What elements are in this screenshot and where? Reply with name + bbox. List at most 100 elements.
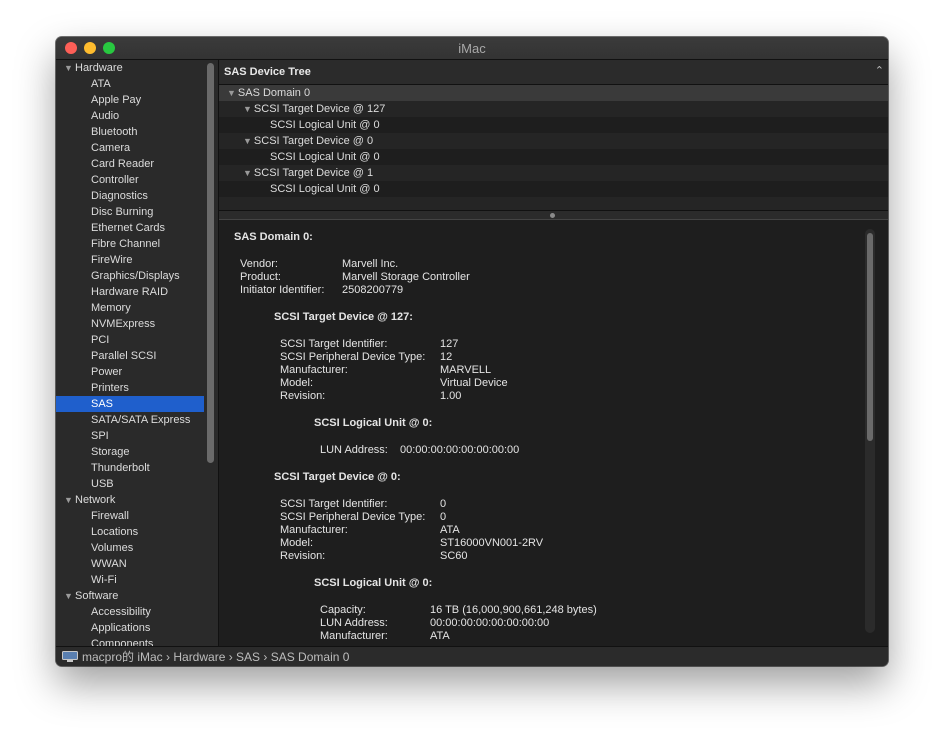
detail-field-value: Marvell Inc. xyxy=(342,258,399,270)
tree-row-label: SAS Domain 0 xyxy=(237,87,311,99)
tree-row-label: SCSI Target Device @ 127 xyxy=(253,103,386,115)
sidebar-item-label: Fibre Channel xyxy=(91,238,161,250)
sidebar-item[interactable]: Fibre Channel xyxy=(56,236,204,252)
detail-field-label: Manufacturer: xyxy=(320,630,388,642)
tree-row[interactable]: ▼ SAS Domain 0 xyxy=(219,85,888,101)
sidebar-item[interactable]: Parallel SCSI xyxy=(56,348,204,364)
computer-icon xyxy=(62,651,78,662)
sidebar-item[interactable]: Volumes xyxy=(56,540,204,556)
disclosure-triangle-icon[interactable]: ▼ xyxy=(243,168,252,178)
sidebar-item[interactable]: Memory xyxy=(56,300,204,316)
detail-field-value: ATA xyxy=(430,630,450,642)
disclosure-triangle-icon[interactable]: ▼ xyxy=(227,88,236,98)
sidebar-item[interactable]: SAS xyxy=(56,396,204,412)
disclosure-triangle-icon[interactable]: ▼ xyxy=(243,136,252,146)
detail-field-label: Initiator Identifier: xyxy=(240,284,325,296)
sidebar-item-label: SPI xyxy=(91,430,109,442)
splitter-handle-icon[interactable] xyxy=(550,213,555,218)
sidebar-item[interactable]: SATA/SATA Express xyxy=(56,412,204,428)
sidebar-item[interactable]: NVMExpress xyxy=(56,316,204,332)
detail-field-label: LUN Address: xyxy=(320,617,388,629)
sidebar-item[interactable]: Locations xyxy=(56,524,204,540)
detail-field-label: Manufacturer: xyxy=(280,364,348,376)
sidebar-item-label: Thunderbolt xyxy=(91,462,150,474)
sidebar-item[interactable]: Camera xyxy=(56,140,204,156)
sidebar-item[interactable]: Diagnostics xyxy=(56,188,204,204)
sidebar-item-label: Ethernet Cards xyxy=(91,222,165,234)
sidebar-item-label: Parallel SCSI xyxy=(91,350,157,362)
sidebar-item-label: Network xyxy=(75,494,116,506)
sidebar-scrollbar-thumb[interactable] xyxy=(207,63,214,463)
device-tree-header[interactable]: SAS Device Tree ⌃ xyxy=(219,60,888,85)
detail-field-value: 00:00:00:00:00:00:00:00 xyxy=(430,617,550,629)
tree-row[interactable]: SCSI Logical Unit @ 0 xyxy=(219,149,888,165)
detail-field-value: MARVELL xyxy=(440,364,492,376)
sidebar-item[interactable]: Controller xyxy=(56,172,204,188)
detail-field-value: 127 xyxy=(440,338,459,350)
detail-field-label: Manufacturer: xyxy=(280,524,348,536)
sidebar-item[interactable]: WWAN xyxy=(56,556,204,572)
sidebar-item[interactable]: ATA xyxy=(56,76,204,92)
sidebar-item-label: SAS xyxy=(91,398,114,410)
tree-row-label: SCSI Target Device @ 1 xyxy=(253,167,374,179)
disclosure-triangle-icon[interactable]: ▼ xyxy=(64,492,73,508)
disclosure-triangle-icon[interactable]: ▼ xyxy=(64,60,73,76)
sidebar-item[interactable]: Components xyxy=(56,636,204,646)
tree-row[interactable]: SCSI Logical Unit @ 0 xyxy=(219,181,888,197)
sidebar-item-label: Hardware RAID xyxy=(91,286,169,298)
tree-row-label: SCSI Target Device @ 0 xyxy=(253,135,374,147)
detail-field-label: SCSI Peripheral Device Type: xyxy=(280,511,426,523)
sidebar-item[interactable]: FireWire xyxy=(56,252,204,268)
path-bar: macpro的 iMac › Hardware › SAS › SAS Doma… xyxy=(56,646,888,666)
sidebar-item[interactable]: SPI xyxy=(56,428,204,444)
sidebar-group[interactable]: ▼ Software xyxy=(56,588,204,604)
disclosure-triangle-icon[interactable]: ▼ xyxy=(243,104,252,114)
detail-field-value: ST16000VN001-2RV xyxy=(440,537,544,549)
detail-field-value: 0 xyxy=(440,498,447,510)
sidebar-item-label: Applications xyxy=(91,622,151,634)
sidebar-item-label: Wi-Fi xyxy=(91,574,117,586)
sidebar-item-label: Camera xyxy=(91,142,131,154)
sidebar-item[interactable]: Firewall xyxy=(56,508,204,524)
sidebar-item[interactable]: Storage xyxy=(56,444,204,460)
sidebar-item-label: Memory xyxy=(91,302,131,314)
sidebar-item-label: Printers xyxy=(91,382,129,394)
sidebar-item[interactable]: PCI xyxy=(56,332,204,348)
sidebar-item[interactable]: Power xyxy=(56,364,204,380)
sidebar-item[interactable]: Accessibility xyxy=(56,604,204,620)
sidebar-item[interactable]: Card Reader xyxy=(56,156,204,172)
sidebar-item[interactable]: Wi-Fi xyxy=(56,572,204,588)
sidebar-item[interactable]: Disc Burning xyxy=(56,204,204,220)
tree-row[interactable]: ▼ SCSI Target Device @ 127 xyxy=(219,101,888,117)
detail-field-label: LUN Address: xyxy=(320,444,388,456)
sidebar-item[interactable]: Audio xyxy=(56,108,204,124)
sidebar-group[interactable]: ▼ Hardware xyxy=(56,60,204,76)
tree-row[interactable]: SCSI Logical Unit @ 0 xyxy=(219,117,888,133)
path-text[interactable]: macpro的 iMac › Hardware › SAS › SAS Doma… xyxy=(82,647,349,666)
sidebar-item[interactable]: Graphics/Displays xyxy=(56,268,204,284)
detail-field-value: 2508200779 xyxy=(342,284,404,296)
sidebar-item[interactable]: USB xyxy=(56,476,204,492)
detail-field-value: Virtual Device xyxy=(440,377,508,389)
sidebar-item-label: Accessibility xyxy=(91,606,151,618)
sidebar-item[interactable]: Hardware RAID xyxy=(56,284,204,300)
detail-field-label: SCSI Target Identifier: xyxy=(280,338,388,350)
detail-field-label: SCSI Peripheral Device Type: xyxy=(280,351,426,363)
chevron-up-icon[interactable]: ⌃ xyxy=(875,64,884,77)
sidebar-item[interactable]: Apple Pay xyxy=(56,92,204,108)
sidebar-item[interactable]: Ethernet Cards xyxy=(56,220,204,236)
sidebar-item-label: Power xyxy=(91,366,123,378)
sidebar-item[interactable]: Bluetooth xyxy=(56,124,204,140)
detail-scrollbar-thumb[interactable] xyxy=(867,233,873,441)
sidebar-item[interactable]: Thunderbolt xyxy=(56,460,204,476)
sidebar-item-label: Firewall xyxy=(91,510,129,522)
detail-field-value: 00:00:00:00:00:00:00:00 xyxy=(400,444,520,456)
tree-row[interactable]: ▼ SCSI Target Device @ 0 xyxy=(219,133,888,149)
detail-field-value: 0 xyxy=(440,511,447,523)
sidebar-item[interactable]: Printers xyxy=(56,380,204,396)
tree-row[interactable]: ▼ SCSI Target Device @ 1 xyxy=(219,165,888,181)
sidebar-group[interactable]: ▼ Network xyxy=(56,492,204,508)
sidebar-item[interactable]: Applications xyxy=(56,620,204,636)
sidebar-item-label: Apple Pay xyxy=(91,94,142,106)
disclosure-triangle-icon[interactable]: ▼ xyxy=(64,588,73,604)
